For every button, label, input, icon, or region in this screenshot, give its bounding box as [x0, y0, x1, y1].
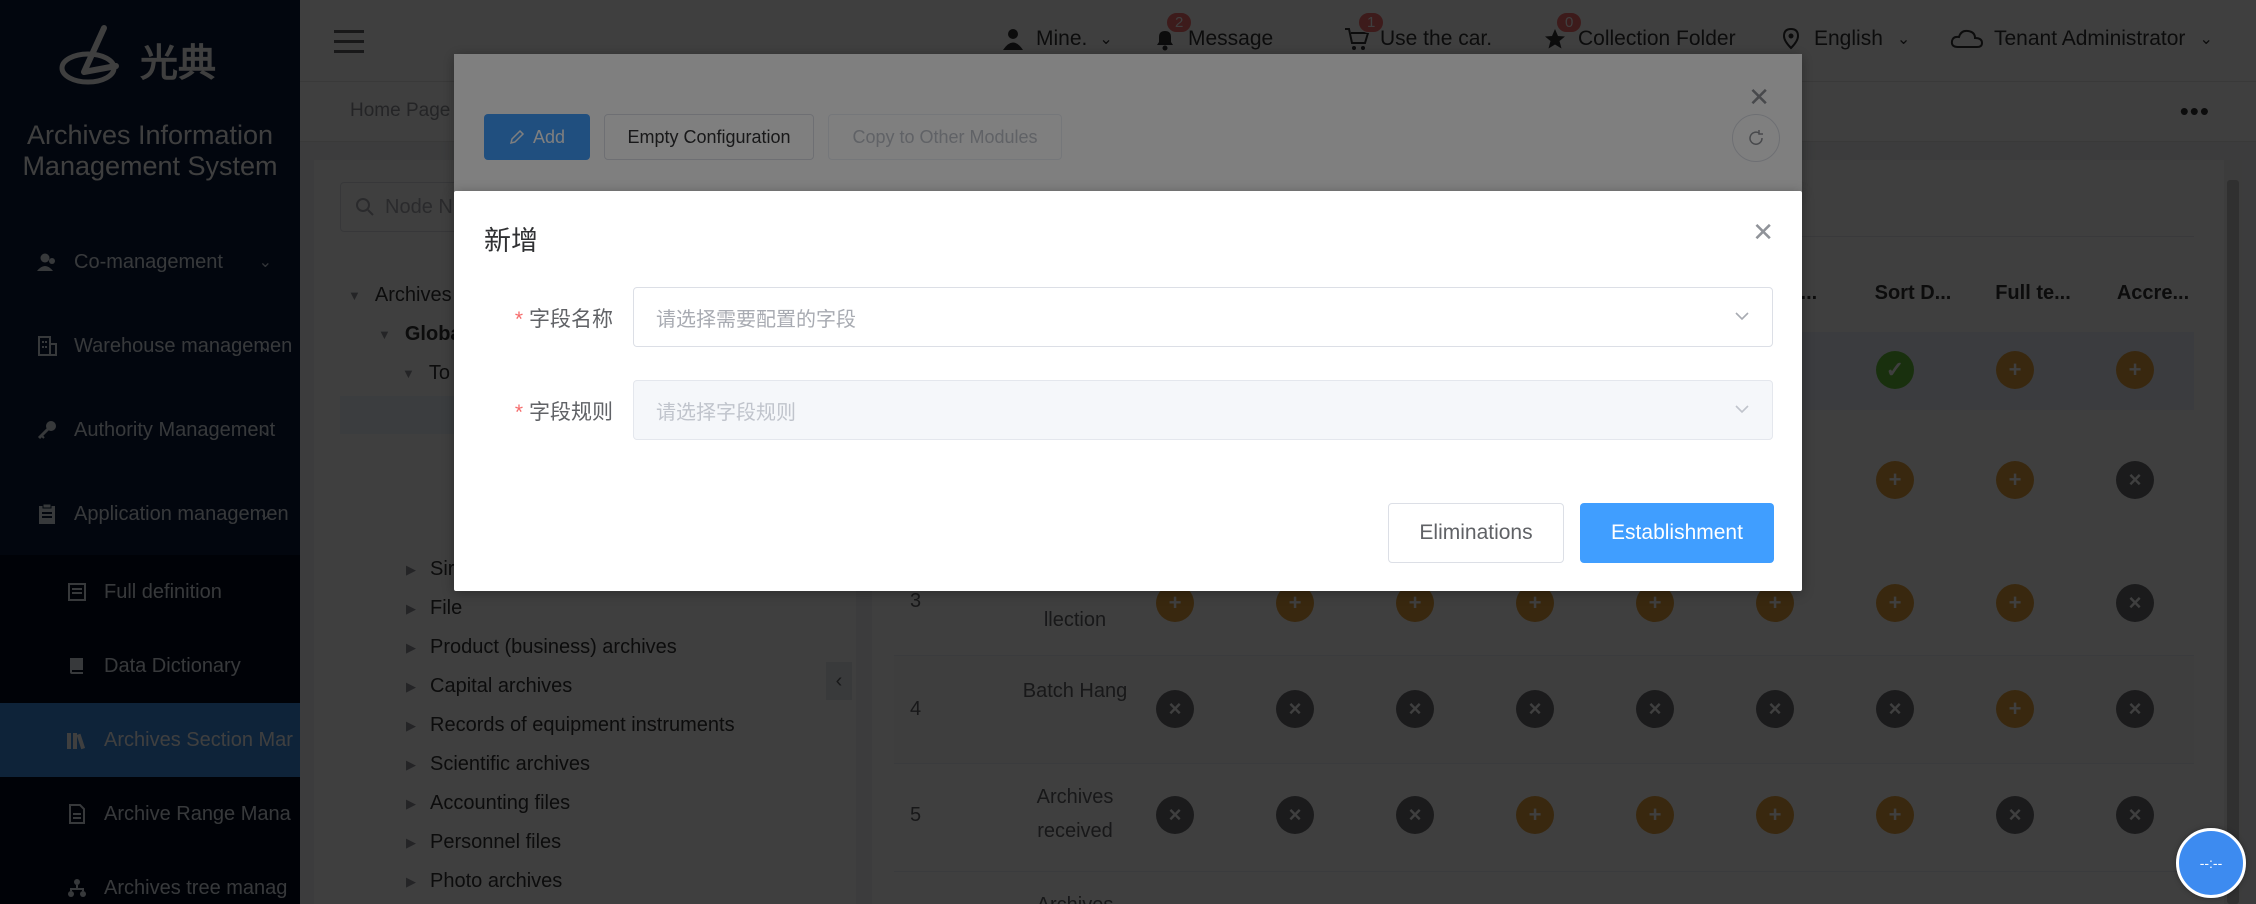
field-rule-label: * 字段规则 — [514, 401, 613, 424]
required-mark: * — [514, 308, 523, 331]
field-name-placeholder: 请选择需要配置的字段 — [656, 308, 856, 331]
field-rule-select[interactable]: 请选择字段规则 — [633, 380, 1773, 440]
field-name-label: * 字段名称 — [514, 308, 613, 331]
required-mark: * — [514, 401, 523, 424]
field-name-select[interactable]: 请选择需要配置的字段 — [633, 287, 1773, 347]
chevron-down-icon — [1735, 405, 1749, 414]
confirm-button[interactable]: Establishment — [1580, 503, 1774, 563]
close-icon[interactable]: ✕ — [1752, 217, 1774, 248]
dialog-title: 新增 — [484, 226, 538, 256]
cancel-button[interactable]: Eliminations — [1388, 503, 1564, 563]
add-dialog: 新增 ✕ * 字段名称 请选择需要配置的字段 * 字段规则 请选择字段规则 Elim… — [454, 191, 1802, 591]
chevron-down-icon — [1735, 312, 1749, 321]
field-rule-placeholder: 请选择字段规则 — [656, 401, 796, 424]
floating-assistant-button[interactable]: --:-- — [2176, 828, 2246, 898]
